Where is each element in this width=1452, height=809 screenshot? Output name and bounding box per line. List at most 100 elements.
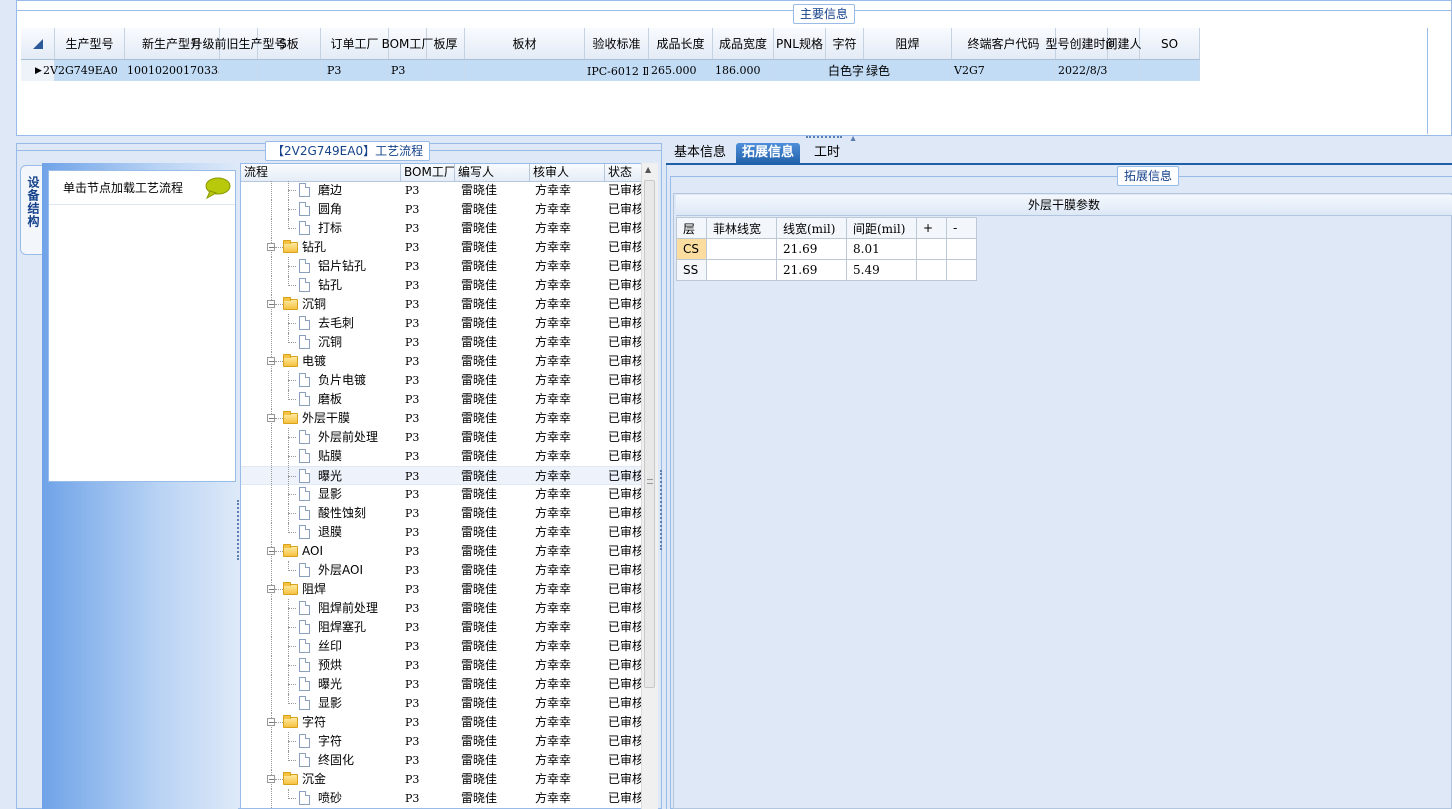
main-col-header[interactable]: 订单工厂	[321, 28, 389, 59]
tab-basic-info[interactable]: 基本信息	[668, 143, 732, 165]
main-col-header[interactable]: PNL规格	[774, 28, 826, 59]
main-cell[interactable]	[465, 60, 585, 81]
tree-node-row[interactable]: 预烘 P3 雷晓佳 方幸幸 已审核	[241, 656, 643, 675]
film-row[interactable]: SS 21.69 5.49	[676, 259, 977, 281]
main-col-header[interactable]: 板材	[465, 28, 585, 59]
main-col-header[interactable]: 生产型号	[55, 28, 125, 59]
tree-group-row[interactable]: − AOI P3 雷晓佳 方幸幸 已审核	[241, 542, 643, 561]
tab-work-hours[interactable]: 工时	[808, 143, 846, 165]
tree-node-row[interactable]: 字符 P3 雷晓佳 方幸幸 已审核	[241, 732, 643, 751]
main-col-header[interactable]: 型号创建时间	[1046, 28, 1118, 59]
tree-node-row[interactable]: 负片电镀 P3 雷晓佳 方幸幸 已审核	[241, 371, 643, 390]
main-cell[interactable]: 2V2G749EA0	[41, 60, 125, 81]
film-cell-plus[interactable]	[916, 259, 947, 281]
film-cell-film-width[interactable]	[706, 238, 777, 260]
col-flow[interactable]: 流程	[241, 164, 401, 181]
film-cell-film-width[interactable]	[706, 259, 777, 281]
main-cell[interactable]: P3	[321, 60, 389, 81]
tree-group-row[interactable]: − 沉金 P3 雷晓佳 方幸幸 已审核	[241, 770, 643, 789]
tree-node-row[interactable]: 沉铜 P3 雷晓佳 方幸幸 已审核	[241, 333, 643, 352]
tree-node-row[interactable]: 显影 P3 雷晓佳 方幸幸 已审核	[241, 485, 643, 504]
grid-corner[interactable]	[21, 28, 55, 59]
tree-node-row[interactable]: 铝片钻孔 P3 雷晓佳 方幸幸 已审核	[241, 257, 643, 276]
main-col-header[interactable]: 成品宽度	[713, 28, 774, 59]
tree-node-row[interactable]: 酸性蚀刻 P3 雷晓佳 方幸幸 已审核	[241, 504, 643, 523]
film-cell-layer[interactable]: SS	[676, 259, 707, 281]
col-reviewer[interactable]: 核审人	[530, 164, 605, 181]
collapse-icon[interactable]: −	[267, 718, 275, 727]
main-cell[interactable]	[774, 60, 826, 81]
col-writer[interactable]: 编写人	[455, 164, 530, 181]
main-col-header[interactable]: 板厚	[427, 28, 465, 59]
film-cell-width[interactable]: 21.69	[776, 259, 847, 281]
main-col-header[interactable]: 成品长度	[649, 28, 713, 59]
main-col-header[interactable]: 创建人	[1106, 28, 1142, 59]
collapse-icon[interactable]: −	[267, 414, 275, 423]
tree-group-row[interactable]: − 字符 P3 雷晓佳 方幸幸 已审核	[241, 713, 643, 732]
main-cell[interactable]: 186.000	[713, 60, 774, 81]
main-cell[interactable]: 白色字符	[826, 60, 864, 81]
tab-ext-info[interactable]: 拓展信息	[736, 143, 801, 165]
main-cell[interactable]: 265.000	[649, 60, 713, 81]
main-cell[interactable]	[1140, 60, 1200, 81]
tree-group-row[interactable]: − 阻焊 P3 雷晓佳 方幸幸 已审核	[241, 580, 643, 599]
splitter-grip[interactable]	[806, 136, 842, 139]
film-cell-minus[interactable]	[946, 259, 977, 281]
tree-node-row[interactable]: 曝光 P3 雷晓佳 方幸幸 已审核	[241, 675, 643, 694]
scroll-up-icon[interactable]: ▲	[645, 165, 651, 174]
side-tab-device-structure[interactable]: 设备结构	[20, 165, 44, 255]
tree-node-row[interactable]: 曝光 P3 雷晓佳 方幸幸 已审核	[241, 466, 643, 485]
col-status[interactable]: 状态	[605, 164, 643, 181]
film-cell-minus[interactable]	[946, 238, 977, 260]
film-cell-spacing[interactable]: 5.49	[846, 259, 917, 281]
film-cell-plus[interactable]	[916, 238, 947, 260]
main-cell[interactable]	[427, 60, 465, 81]
tree-group-row[interactable]: − 电镀 P3 雷晓佳 方幸幸 已审核	[241, 352, 643, 371]
film-cell-layer[interactable]: CS	[676, 238, 707, 260]
tree-node-row[interactable]: 磨边 P3 雷晓佳 方幸幸 已审核	[241, 181, 643, 200]
main-cell[interactable]: P3	[389, 60, 427, 81]
tree-node-row[interactable]: 阻焊前处理 P3 雷晓佳 方幸幸 已审核	[241, 599, 643, 618]
tree-group-row[interactable]: − 外层干膜 P3 雷晓佳 方幸幸 已审核	[241, 409, 643, 428]
collapse-icon[interactable]: −	[267, 775, 275, 784]
tree-node-row[interactable]: 终固化 P3 雷晓佳 方幸幸 已审核	[241, 751, 643, 770]
vertical-splitter-grip[interactable]	[660, 470, 664, 550]
collapse-icon[interactable]: −	[267, 585, 275, 594]
tree-node-row[interactable]: 磨板 P3 雷晓佳 方幸幸 已审核	[241, 390, 643, 409]
tree-node-row[interactable]: 去毛刺 P3 雷晓佳 方幸幸 已审核	[241, 314, 643, 333]
tree-group-row[interactable]: − 钻孔 P3 雷晓佳 方幸幸 已审核	[241, 238, 643, 257]
main-col-header[interactable]: 阻焊	[864, 28, 952, 59]
main-cell[interactable]: V2G7	[952, 60, 1056, 81]
main-grid-row[interactable]: ▶2V2G749EA010010200170333P3P3IPC-6012 Ⅱ级…	[21, 60, 1200, 81]
tree-node-row[interactable]: 外层前处理 P3 雷晓佳 方幸幸 已审核	[241, 428, 643, 447]
collapse-icon[interactable]: −	[267, 357, 275, 366]
add-column-button[interactable]: +	[916, 217, 947, 239]
tree-node-row[interactable]: 贴膜 P3 雷晓佳 方幸幸 已审核	[241, 447, 643, 466]
tree-node-row[interactable]: 打标 P3 雷晓佳 方幸幸 已审核	[241, 219, 643, 238]
collapse-icon[interactable]: −	[267, 243, 275, 252]
main-col-header[interactable]: 升级前旧生产型号	[191, 28, 287, 59]
main-cell[interactable]: 绿色	[864, 60, 952, 81]
tree-node-row[interactable]: 外层AOI P3 雷晓佳 方幸幸 已审核	[241, 561, 643, 580]
main-cell[interactable]	[258, 60, 321, 81]
main-col-header[interactable]: 验收标准	[585, 28, 649, 59]
tree-node-row[interactable]: 圆角 P3 雷晓佳 方幸幸 已审核	[241, 200, 643, 219]
main-col-header[interactable]: 终端客户代码	[952, 28, 1056, 59]
col-bom[interactable]: BOM工厂	[401, 164, 455, 181]
main-col-header[interactable]: 字符	[826, 28, 864, 59]
main-col-header[interactable]: SO	[1140, 28, 1200, 59]
collapse-icon[interactable]: −	[267, 300, 275, 309]
tree-group-row[interactable]: − 沉铜 P3 雷晓佳 方幸幸 已审核	[241, 295, 643, 314]
film-row[interactable]: CS 21.69 8.01	[676, 238, 977, 260]
film-cell-spacing[interactable]: 8.01	[846, 238, 917, 260]
main-cell[interactable]: 2022/8/31	[1056, 60, 1108, 81]
tree-scrollbar-thumb[interactable]	[644, 180, 655, 688]
tree-node-row[interactable]: 退膜 P3 雷晓佳 方幸幸 已审核	[241, 523, 643, 542]
film-cell-width[interactable]: 21.69	[776, 238, 847, 260]
main-col-header[interactable]: S板	[258, 28, 321, 59]
tree-node-row[interactable]: 阻焊塞孔 P3 雷晓佳 方幸幸 已审核	[241, 618, 643, 637]
main-cell[interactable]: 10010200170333	[125, 60, 220, 81]
main-cell[interactable]: IPC-6012 Ⅱ级	[585, 60, 649, 81]
main-cell[interactable]	[220, 60, 258, 81]
tree-node-row[interactable]: 喷砂 P3 雷晓佳 方幸幸 已审核	[241, 789, 643, 808]
